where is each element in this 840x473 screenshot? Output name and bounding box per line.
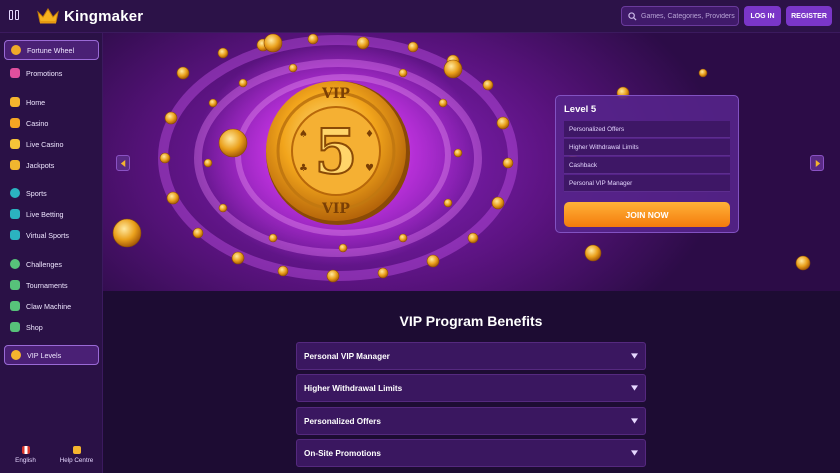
chevron-down-icon — [631, 450, 638, 456]
casino-icon — [10, 118, 20, 128]
sidebar-item-casino[interactable]: Casino — [4, 113, 99, 133]
svg-text:♠: ♠ — [299, 129, 308, 140]
sidebar-item-label: Challenges — [26, 259, 62, 269]
sidebar-item-challenges[interactable]: Challenges — [4, 254, 99, 274]
search-box[interactable] — [621, 6, 739, 26]
sidebar-item-label: Casino — [26, 118, 49, 128]
perk-item: Personal VIP Manager — [564, 175, 730, 192]
language-selector[interactable]: English — [0, 446, 51, 464]
live-casino-icon — [10, 139, 20, 149]
perk-item: Personalized Offers — [564, 121, 730, 138]
sidebar-item-label: VIP Levels — [27, 350, 62, 360]
coin-vip-top-text: VIP — [321, 86, 350, 102]
join-now-button[interactable]: JOIN NOW — [564, 202, 730, 227]
svg-text:♥: ♥ — [365, 163, 374, 174]
shop-icon — [10, 322, 20, 332]
coin-vip-bottom-text: VIP — [321, 201, 350, 217]
sidebar-item-jackpots[interactable]: Jackpots — [4, 155, 99, 175]
search-icon — [628, 11, 637, 21]
sidebar-item-claw-machine[interactable]: Claw Machine — [4, 296, 99, 316]
help-centre-link[interactable]: Help Centre — [51, 446, 102, 464]
perk-item: Higher Withdrawal Limits — [564, 139, 730, 156]
claw-icon — [10, 301, 20, 311]
arrow-left-icon — [120, 159, 125, 167]
vip-icon — [11, 350, 21, 360]
login-button[interactable]: LOG IN — [744, 6, 781, 26]
sidebar-item-label: Sports — [26, 188, 47, 198]
accordion-label: Personal VIP Manager — [304, 351, 390, 361]
sidebar-item-fortune-wheel[interactable]: Fortune Wheel — [4, 40, 99, 60]
brand-name: Kingmaker — [64, 7, 144, 25]
sports-icon — [10, 188, 20, 198]
sidebar-item-label: Live Betting — [26, 209, 64, 219]
sidebar-item-label: Promotions — [26, 68, 63, 78]
sidebar-item-label: Shop — [26, 322, 43, 332]
home-icon — [10, 97, 20, 107]
chevron-down-icon — [631, 418, 638, 424]
trophy-icon — [10, 280, 20, 290]
sidebar: Fortune Wheel Promotions Home Casino Liv… — [0, 33, 103, 473]
wheel-icon — [11, 45, 21, 55]
chevron-down-icon — [631, 385, 638, 391]
sidebar-item-label: Virtual Sports — [26, 230, 70, 240]
search-input[interactable] — [641, 12, 736, 20]
vip-level-title: Level 5 — [564, 104, 597, 115]
accordion-label: Higher Withdrawal Limits — [304, 383, 403, 393]
sidebar-footer: English Help Centre — [0, 446, 103, 464]
language-label: English — [15, 457, 36, 464]
register-button[interactable]: REGISTER — [786, 6, 832, 26]
coin-level-number: 5 — [314, 115, 357, 188]
virtual-sports-icon — [10, 230, 20, 240]
accordion-item-personalized-offers[interactable]: Personalized Offers — [296, 407, 646, 435]
sidebar-item-label: Live Casino — [26, 139, 64, 149]
canada-flag-icon — [21, 446, 30, 454]
sidebar-item-home[interactable]: Home — [4, 92, 99, 112]
sidebar-item-shop[interactable]: Shop — [4, 317, 99, 337]
accordion-label: On-Site Promotions — [304, 448, 381, 458]
arrow-right-icon — [815, 159, 820, 167]
live-betting-icon — [10, 209, 20, 219]
perk-item: Cashback — [564, 157, 730, 174]
carousel-prev-button[interactable] — [116, 155, 130, 171]
accordion-label: Personalized Offers — [304, 416, 381, 426]
sidebar-item-virtual-sports[interactable]: Virtual Sports — [4, 225, 99, 245]
brand-logo[interactable]: Kingmaker — [37, 8, 143, 25]
accordion-item-higher-withdrawal-limits[interactable]: Higher Withdrawal Limits — [296, 374, 646, 402]
sidebar-item-promotions[interactable]: Promotions — [4, 63, 99, 83]
sidebar-item-label: Jackpots — [26, 160, 55, 170]
jackpot-icon — [10, 160, 20, 170]
sidebar-item-live-betting[interactable]: Live Betting — [4, 204, 99, 224]
accordion-item-personal-vip-manager[interactable]: Personal VIP Manager — [296, 342, 646, 370]
crown-icon — [37, 8, 59, 24]
sidebar-item-live-casino[interactable]: Live Casino — [4, 134, 99, 154]
sidebar-item-label: Tournaments — [26, 280, 68, 290]
vip-level-card: Level 5 Personalized Offers Higher Withd… — [555, 95, 739, 233]
sidebar-toggle-icon[interactable] — [9, 10, 21, 22]
sidebar-item-sports[interactable]: Sports — [4, 183, 99, 203]
chevron-down-icon — [631, 353, 638, 359]
sidebar-item-vip-levels[interactable]: VIP Levels — [4, 345, 99, 365]
help-centre-label: Help Centre — [59, 457, 94, 464]
carousel-next-button[interactable] — [810, 155, 824, 171]
sidebar-item-label: Fortune Wheel — [27, 45, 75, 55]
sidebar-item-label: Home — [26, 97, 46, 107]
sidebar-item-tournaments[interactable]: Tournaments — [4, 275, 99, 295]
challenge-icon — [10, 259, 20, 269]
help-icon — [72, 446, 81, 454]
svg-text:♦: ♦ — [365, 129, 374, 140]
section-title: VIP Program Benefits — [399, 313, 543, 329]
top-bar: Kingmaker LOG IN REGISTER — [0, 0, 840, 33]
svg-text:♣: ♣ — [299, 163, 308, 174]
accordion-item-on-site-promotions[interactable]: On-Site Promotions — [296, 439, 646, 467]
gift-icon — [10, 68, 20, 78]
sidebar-item-label: Claw Machine — [26, 301, 72, 311]
